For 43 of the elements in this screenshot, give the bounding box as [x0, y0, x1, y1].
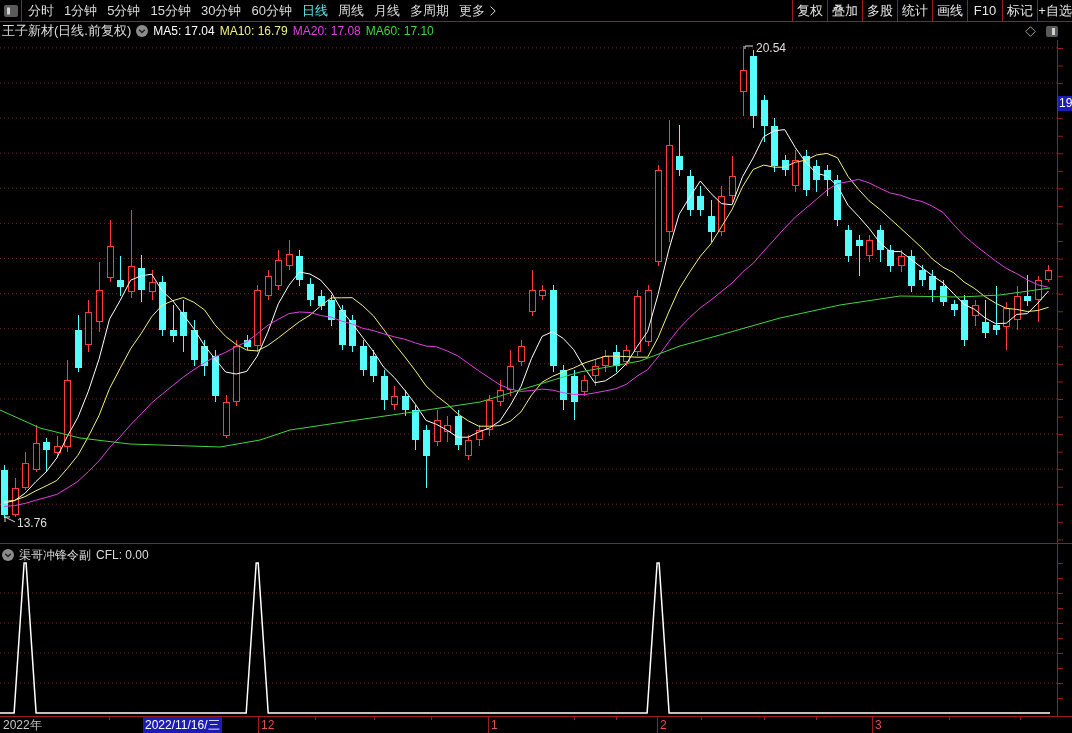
toolbar-button[interactable]: 复权 — [792, 0, 827, 21]
moving-average-value: MA20: 17.08 — [292, 23, 361, 40]
toolbar-button[interactable]: F10 — [967, 0, 1002, 21]
axis-date-label: 3 — [875, 717, 882, 733]
moving-average-value: MA60: 17.10 — [365, 23, 434, 40]
axis-date-label: 2022年 — [3, 717, 42, 733]
panel-toggle-icon[interactable] — [3, 4, 18, 17]
leader-line — [744, 45, 754, 50]
period-tab[interactable]: 分时 — [23, 0, 59, 21]
toolbar-button[interactable]: 画线 — [932, 0, 967, 21]
toolbar-button[interactable]: 标记 — [1002, 0, 1037, 21]
period-tab[interactable]: 日线 — [296, 0, 333, 21]
period-tab[interactable]: 更多 — [453, 0, 501, 21]
axis-date-label: 1 — [491, 717, 498, 733]
axis-date-label: 2 — [660, 717, 667, 733]
stock-title: 王子新材(日线.前复权) — [2, 22, 132, 41]
toolbar-button[interactable]: 多股 — [862, 0, 897, 21]
period-tab[interactable]: 30分钟 — [195, 0, 247, 21]
period-tab[interactable]: 5分钟 — [102, 0, 146, 21]
price-label: 20.54 — [756, 41, 787, 55]
axis-date-label: 12 — [261, 717, 275, 733]
indicator-value: CFL: 0.00 — [96, 547, 149, 564]
dropdown-icon[interactable] — [136, 25, 149, 37]
cursor-date-label: 2022/11/16/三 — [143, 717, 222, 733]
period-tab[interactable]: 1分钟 — [59, 0, 103, 21]
toolbar-button[interactable]: 统计 — [897, 0, 932, 21]
moving-average-value: MA10: 16.79 — [219, 23, 288, 40]
chevron-right-icon — [489, 5, 496, 16]
panel-toggle-icon[interactable] — [1046, 25, 1058, 37]
leader-line — [4, 516, 16, 523]
period-tab[interactable]: 多周期 — [404, 0, 454, 21]
toolbar-button[interactable]: +自选 — [1037, 0, 1072, 21]
axis-value-label: 19 — [1058, 96, 1072, 111]
dropdown-icon[interactable] — [2, 549, 14, 561]
period-tab[interactable]: 周线 — [332, 0, 369, 21]
diamond-icon[interactable] — [1025, 25, 1036, 37]
period-tab[interactable]: 月线 — [368, 0, 405, 21]
price-label: 13.76 — [17, 516, 48, 530]
indicator-title: 渠哥冲锋令副 — [19, 547, 91, 564]
toolbar-button[interactable]: 叠加 — [827, 0, 862, 21]
period-tab[interactable]: 15分钟 — [145, 0, 196, 21]
moving-average-value: MA5: 17.04 — [153, 23, 215, 40]
period-tab[interactable]: 60分钟 — [246, 0, 297, 21]
